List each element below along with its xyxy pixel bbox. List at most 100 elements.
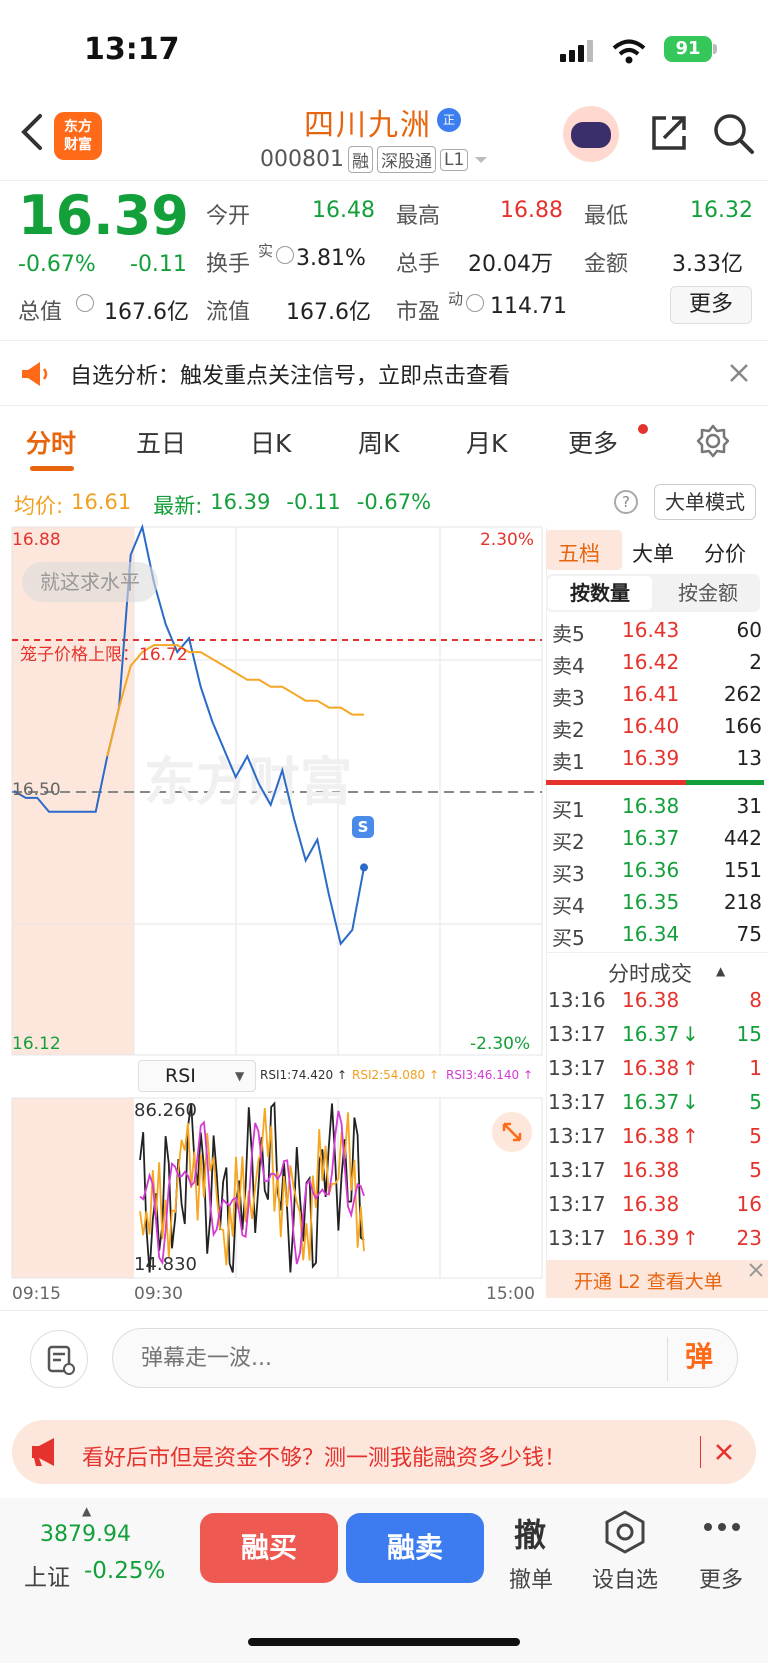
trade-time: 13:17: [548, 1056, 606, 1080]
expand-icon: [502, 1122, 522, 1142]
margin-sell-button[interactable]: 融卖: [346, 1513, 484, 1583]
order-tab-five-level[interactable]: 五档: [558, 538, 600, 568]
level-tag[interactable]: 就这求水平: [22, 562, 158, 602]
ask-level-label: 卖2: [552, 718, 585, 742]
ask-level-qty: 60: [736, 618, 762, 642]
buy-sell-ratio-green: [686, 780, 764, 785]
time-axis-open: 09:30: [134, 1284, 183, 1304]
trade-qty: 15: [736, 1022, 762, 1046]
close-icon[interactable]: [714, 1442, 734, 1462]
order-tab-price-dist[interactable]: 分价: [704, 538, 746, 568]
cancel-order-icon[interactable]: 撤: [514, 1510, 546, 1556]
more-label[interactable]: 更多: [686, 1562, 756, 1594]
danmu-send-icon[interactable]: 弹: [685, 1335, 713, 1375]
add-watchlist-label[interactable]: 设自选: [590, 1562, 660, 1594]
chevron-up-icon: ▲: [716, 964, 726, 978]
trade-price: 16.38: [622, 988, 680, 1012]
divider: [546, 952, 768, 953]
y-axis-top: 16.88: [12, 530, 61, 550]
ask-level-price: 16.43: [622, 618, 680, 642]
expand-chart-button[interactable]: [492, 1112, 532, 1152]
trade-price: 16.38: [622, 1056, 680, 1080]
bid-level-label: 买3: [552, 862, 585, 886]
buy-sell-ratio-red: [546, 780, 686, 785]
trade-qty: 5: [749, 1124, 762, 1148]
ask-level-qty: 166: [723, 714, 762, 738]
pct-axis-top: 2.30%: [480, 530, 535, 550]
pct-axis-bottom: -2.30%: [470, 1034, 531, 1054]
caret-up-icon: ▲: [82, 1504, 92, 1518]
danmu-input[interactable]: [141, 1339, 661, 1377]
trade-qty: 5: [749, 1090, 762, 1114]
divider: [667, 1337, 668, 1381]
ask-level-price: 16.41: [622, 682, 680, 706]
index-name[interactable]: 上证: [24, 1558, 70, 1592]
trade-time: 13:17: [548, 1124, 606, 1148]
trade-qty: 1: [749, 1056, 762, 1080]
ask-level-price: 16.40: [622, 714, 680, 738]
trade-price: 16.39: [622, 1226, 680, 1250]
indicator-select[interactable]: RSI ▼: [138, 1060, 256, 1092]
add-watchlist-icon[interactable]: [604, 1510, 646, 1554]
divider: [0, 1310, 768, 1311]
rsi2-value: RSI2:54.080 ↑: [352, 1068, 440, 1082]
subtab-by-quantity[interactable]: 按数量: [548, 576, 652, 610]
latest-price-point: [360, 863, 368, 872]
close-icon[interactable]: [748, 1262, 764, 1278]
time-axis-start: 09:15: [12, 1284, 61, 1304]
bid-level-qty: 218: [723, 890, 762, 914]
cancel-order-label[interactable]: 撤单: [496, 1562, 566, 1594]
trade-qty: 16: [736, 1192, 762, 1216]
rsi3-value: RSI3:46.140 ↑: [446, 1068, 534, 1082]
margin-buy-button[interactable]: 融买: [200, 1513, 338, 1583]
chevron-down-icon: ▼: [235, 1069, 245, 1083]
rsi-axis-top: 86.260: [134, 1100, 197, 1121]
rsi-series-layer: [139, 1101, 365, 1273]
megaphone-icon: [32, 1438, 54, 1466]
ask-level-qty: 2: [749, 650, 762, 674]
bid-level-price: 16.37: [622, 826, 680, 850]
trade-time: 13:17: [548, 1090, 606, 1114]
trade-qty: 23: [736, 1226, 762, 1250]
danmu-input-box[interactable]: 弹: [112, 1328, 738, 1388]
trade-price: 16.38: [622, 1192, 680, 1216]
trades-title[interactable]: 分时成交: [608, 958, 692, 988]
bid-level-qty: 75: [736, 922, 762, 946]
notes-button[interactable]: [30, 1330, 88, 1388]
watermark: 东方财富: [144, 753, 352, 813]
margin-promo-text[interactable]: 看好后市但是资金不够？测一测我能融资多少钱！: [82, 1440, 566, 1472]
cage-limit-label: 笼子价格上限：16.72: [20, 645, 188, 665]
trade-time: 13:17: [548, 1158, 606, 1182]
trade-qty: 5: [749, 1158, 762, 1182]
bid-level-price: 16.35: [622, 890, 680, 914]
bid-level-price: 16.34: [622, 922, 680, 946]
notes-icon: [47, 1345, 75, 1375]
trade-qty: 8: [749, 988, 762, 1012]
bid-level-label: 买1: [552, 798, 585, 822]
bid-level-price: 16.38: [622, 794, 680, 818]
trade-time: 13:17: [548, 1226, 606, 1250]
trade-direction: ↑: [682, 1124, 699, 1148]
index-pct[interactable]: -0.25%: [84, 1558, 165, 1584]
bid-level-price: 16.36: [622, 858, 680, 882]
trade-price: 16.38: [622, 1124, 680, 1148]
trade-time: 13:17: [548, 1022, 606, 1046]
order-tab-big-orders[interactable]: 大单: [632, 538, 674, 568]
bid-level-label: 买2: [552, 830, 585, 854]
l2-promo-text[interactable]: 开通 L2 查看大单: [574, 1267, 723, 1294]
ask-level-price: 16.42: [622, 650, 680, 674]
y-axis-bottom: 16.12: [12, 1034, 61, 1054]
trade-direction: ↑: [682, 1056, 699, 1080]
trade-price: 16.38: [622, 1158, 680, 1182]
bid-level-label: 买4: [552, 894, 585, 918]
indicator-select-value: RSI: [165, 1065, 196, 1087]
sell-marker[interactable]: S: [352, 816, 374, 838]
subtab-by-amount[interactable]: 按金额: [656, 576, 760, 610]
ask-level-qty: 262: [723, 682, 762, 706]
trade-time: 13:17: [548, 1192, 606, 1216]
y-axis-mid: 16.50: [12, 780, 61, 800]
index-value[interactable]: 3879.94: [40, 1522, 131, 1547]
trade-price: 16.37: [622, 1090, 680, 1114]
ask-level-label: 卖3: [552, 686, 585, 710]
more-icon[interactable]: [702, 1520, 742, 1534]
